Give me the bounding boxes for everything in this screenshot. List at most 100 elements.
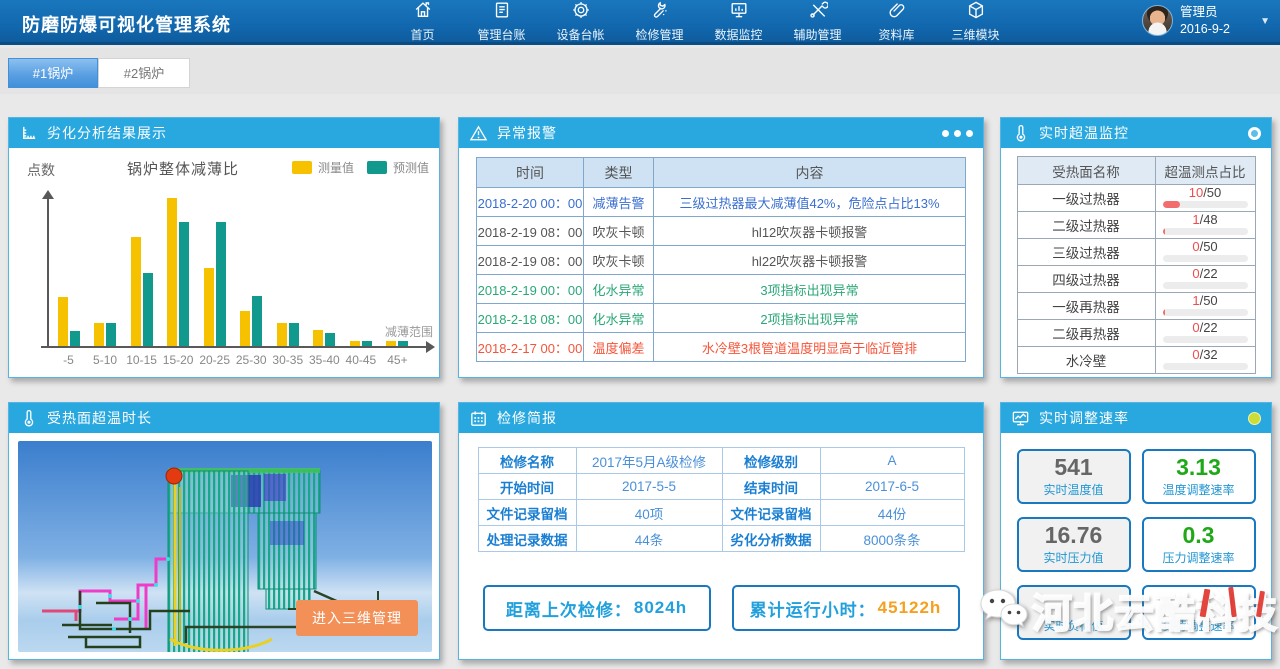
alarm-cell: hl22吹灰器卡顿报警 (654, 246, 966, 275)
maintenance-buttons: 距离上次检修：8024h 累计运行小时：45122h (459, 585, 983, 631)
thermometer-icon (19, 409, 38, 428)
alarm-column-header: 时间 (477, 158, 584, 188)
x-axis-arrow (426, 341, 435, 353)
alarm-cell: 化水异常 (584, 304, 654, 333)
maintenance-stat-button[interactable]: 累计运行小时：45122h (732, 585, 960, 631)
boiler-3d-view[interactable]: 进入三维管理 (18, 441, 432, 652)
overtemp-ratio-cell: 0/22 (1155, 320, 1255, 347)
maintenance-stat-button[interactable]: 距离上次检修：8024h (483, 585, 711, 631)
user-name: 管理员 (1180, 4, 1230, 21)
rate-box: 16.76实时压力值 (1017, 517, 1131, 572)
thermometer-icon (1011, 124, 1030, 143)
tab-boiler-1[interactable]: #1锅炉 (8, 58, 98, 88)
overtemp-ratio-value: 10/50 (1163, 186, 1248, 200)
panel-degradation-analysis: 劣化分析结果展示 点数 锅炉整体减薄比 测量值预测值 -55-1010-1515… (8, 117, 440, 378)
monitor-chart-icon (1011, 409, 1030, 428)
bar-series: -55-1010-1515-2020-2525-3030-3535-4040-4… (57, 196, 409, 346)
nav-item-label: 设备台帐 (556, 26, 604, 43)
user-avatar[interactable] (1142, 5, 1173, 36)
ruler-icon (19, 124, 38, 143)
nav-item-gear[interactable]: 设备台帐 (541, 0, 620, 42)
alert-triangle-icon (469, 124, 488, 143)
surface-name: 二级过热器 (1017, 212, 1155, 239)
overtemp-ratio-value: 1/48 (1163, 213, 1248, 227)
maintenance-field-value: 2017-6-5 (820, 474, 964, 500)
ledger-icon (492, 0, 512, 26)
overtemp-progress-track (1163, 282, 1248, 289)
maintenance-row: 处理记录数据44条劣化分析数据8000条条 (478, 526, 964, 552)
overtemp-progress-track (1163, 201, 1248, 208)
legend-swatch (367, 161, 387, 174)
overtemp-column-header: 受热面名称 (1017, 157, 1155, 185)
rate-value: 0.3 (1144, 522, 1254, 548)
panel-title: 实时调整速率 (1039, 408, 1129, 428)
nav-item-home[interactable]: 首页 (383, 0, 462, 42)
nav-item-label: 管理台账 (477, 26, 525, 43)
overtemp-ratio-cell: 0/32 (1155, 347, 1255, 374)
nav-item-ledger[interactable]: 管理台账 (462, 0, 541, 42)
rate-label: 压力调整速率 (1144, 549, 1254, 566)
panel-abnormal-alarms: 异常报警 时间类型内容 2018-2-20 00：00减薄告警三级过热器最大减薄… (458, 117, 984, 378)
top-navbar: 防磨防爆可视化管理系统 首页管理台账 设备台帐 检修管理数据监控辅助管理资料库三维模… (0, 0, 1280, 45)
panel-options-button[interactable] (942, 130, 973, 137)
bar-预测值 (252, 296, 262, 346)
maintenance-field-value: 8000条条 (820, 526, 964, 552)
overtemp-ratio-cell: 10/50 (1155, 185, 1255, 212)
tools-icon (808, 0, 828, 26)
nav-item-label: 检修管理 (635, 26, 683, 43)
rate-box: 0.3压力调整速率 (1142, 517, 1256, 572)
user-caret-icon[interactable]: ▼ (1260, 16, 1270, 27)
maintenance-field-label: 处理记录数据 (478, 526, 576, 552)
nav-item-wrench[interactable]: 检修管理 (620, 0, 699, 42)
nav-item-monitor[interactable]: 数据监控 (699, 0, 778, 42)
chart-legend: 测量值预测值 (292, 159, 429, 176)
thinning-chart: 点数 锅炉整体减薄比 测量值预测值 -55-1010-1515-2020-252… (9, 148, 439, 378)
alarm-row: 2018-2-20 00：00减薄告警三级过热器最大减薄值42%，危险点占比13… (477, 188, 966, 217)
panel-header: 检修简报 (459, 403, 983, 433)
surface-name: 水冷壁 (1017, 347, 1155, 374)
surface-name: 三级过热器 (1017, 239, 1155, 266)
overtemp-row: 一级再热器1/50 (1017, 293, 1255, 320)
alarm-cell: 3项指标出现异常 (654, 275, 966, 304)
overtemp-progress-fill (1163, 228, 1166, 235)
panel-header: 异常报警 (459, 118, 983, 148)
bar-预测值 (362, 341, 372, 346)
cube-icon (966, 0, 986, 26)
app-title: 防磨防爆可视化管理系统 (22, 11, 231, 37)
nav-menu: 首页管理台账 设备台帐 检修管理数据监控辅助管理资料库三维模块 (383, 0, 1015, 42)
rate-box: 负荷调整速率 (1142, 585, 1256, 640)
alarm-cell: 2018-2-19 08：00 (477, 246, 584, 275)
bar-测量值 (350, 341, 360, 346)
overtemp-progress-track (1163, 255, 1248, 262)
surface-name: 二级再热器 (1017, 320, 1155, 347)
rate-box: 实时负荷值 (1017, 585, 1131, 640)
overtemp-progress-track (1163, 336, 1248, 343)
panel-title: 异常报警 (497, 123, 557, 143)
user-block[interactable]: 管理员 2016-9-2 (1142, 4, 1230, 38)
x-axis (41, 346, 427, 348)
wrench-icon (650, 0, 670, 26)
nav-item-paperclip[interactable]: 资料库 (857, 0, 936, 42)
nav-item-tools[interactable]: 辅助管理 (778, 0, 857, 42)
nav-item-cube[interactable]: 三维模块 (936, 0, 1015, 42)
overtemp-ratio-value: 1/50 (1163, 294, 1248, 308)
maintenance-field-value: 2017-5-5 (576, 474, 722, 500)
overtemp-ratio-cell: 0/22 (1155, 266, 1255, 293)
bar-group: 45+ (386, 341, 409, 346)
maintenance-field-value: 44份 (820, 500, 964, 526)
chart-title: 锅炉整体减薄比 (127, 158, 239, 179)
tab-boiler-2[interactable]: #2锅炉 (98, 58, 190, 88)
overtemp-row: 水冷壁0/32 (1017, 347, 1255, 374)
bar-预测值 (325, 333, 335, 346)
overtemp-table: 受热面名称超温测点占比 一级过热器10/50二级过热器1/48三级过热器0/50… (1017, 156, 1256, 374)
maintenance-field-value: A (820, 448, 964, 474)
paperclip-icon (887, 0, 907, 26)
overtemp-row: 一级过热器10/50 (1017, 185, 1255, 212)
bar-测量值 (277, 323, 287, 346)
maintenance-row: 文件记录留档40项文件记录留档44份 (478, 500, 964, 526)
alarm-cell: 三级过热器最大减薄值42%，危险点占比13% (654, 188, 966, 217)
enter-3d-management-button[interactable]: 进入三维管理 (296, 600, 418, 636)
bar-group: 40-45 (349, 341, 372, 346)
rate-value (1019, 590, 1129, 616)
alarm-row: 2018-2-19 08：00吹灰卡顿hl22吹灰器卡顿报警 (477, 246, 966, 275)
